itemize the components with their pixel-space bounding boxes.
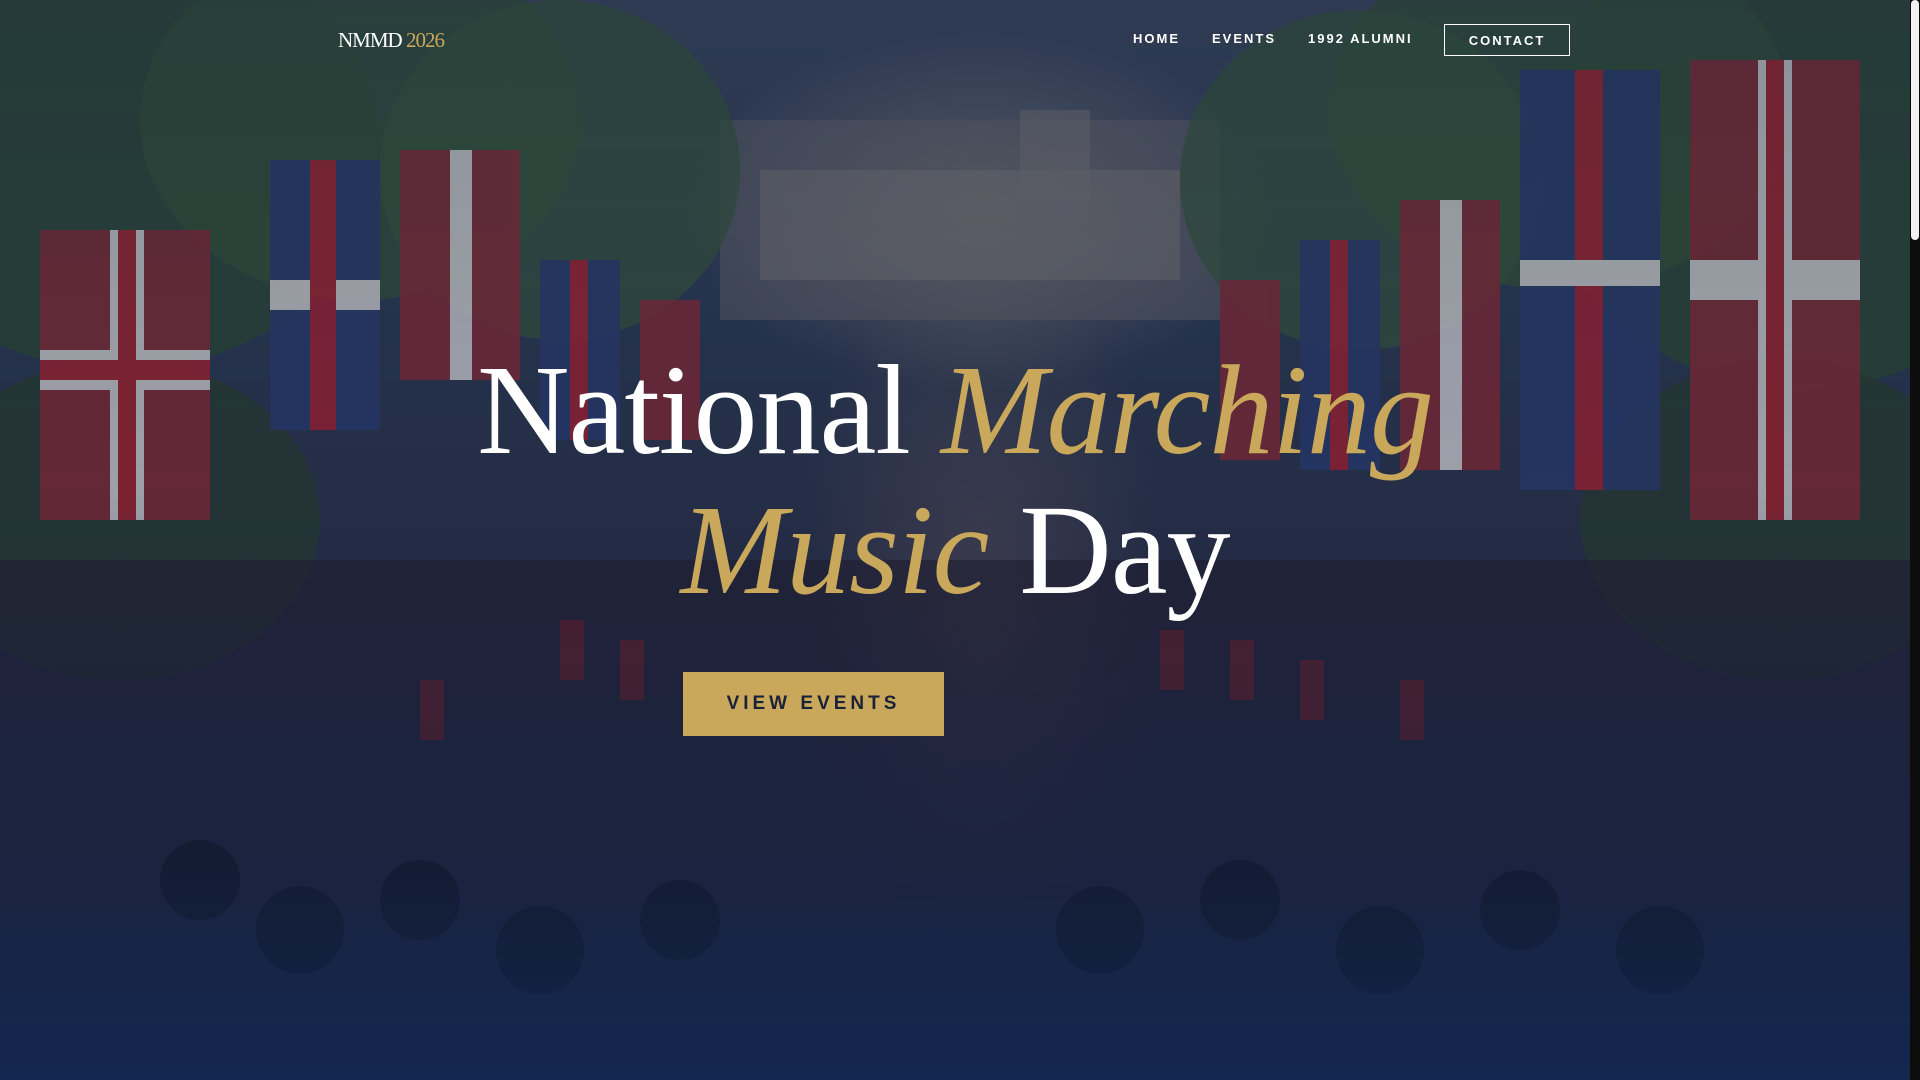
hero-title-word-marching: Marching [940,339,1434,481]
logo-text: NMMD [338,28,403,52]
nav-events-link[interactable]: EVENTS [1212,31,1276,46]
main-nav: HOME EVENTS 1992 ALUMNI [1101,31,1413,46]
page-scrollbar[interactable] [1910,0,1920,1080]
hero-title-word-music: Music [680,479,989,621]
hero-title: National Marching Music Day [0,340,1910,620]
page-viewport: NMMD 2026 HOME EVENTS 1992 ALUMNI CONTAC… [0,0,1920,1080]
contact-button[interactable]: CONTACT [1444,24,1570,56]
scrollbar-thumb[interactable] [1911,0,1919,240]
view-events-button[interactable]: VIEW EVENTS [683,672,944,736]
nav-home-link[interactable]: HOME [1133,31,1180,46]
nav-alumni-link[interactable]: 1992 ALUMNI [1308,31,1413,46]
hero-title-word-national: National [477,339,911,481]
logo-year: 2026 [405,28,445,52]
site-logo[interactable]: NMMD 2026 [338,28,445,53]
hero-title-word-day: Day [1019,479,1230,621]
